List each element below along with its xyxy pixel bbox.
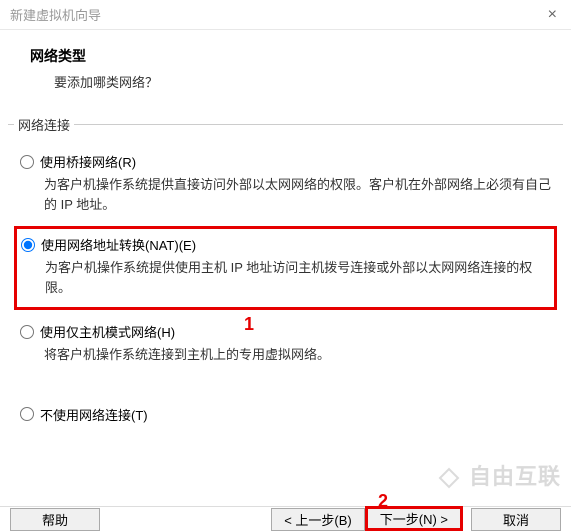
radio-nat[interactable] (21, 238, 35, 252)
back-button[interactable]: < 上一步(B) (271, 508, 365, 531)
watermark-icon (436, 465, 462, 491)
annotation-1: 1 (244, 314, 254, 335)
label-hostonly: 使用仅主机模式网络(H) (40, 322, 175, 341)
option-hostonly[interactable]: 使用仅主机模式网络(H) 将客户机操作系统连接到主机上的专用虚拟网络。 (14, 314, 557, 373)
desc-bridge: 为客户机操作系统提供直接访问外部以太网网络的权限。客户机在外部网络上必须有自己的… (44, 175, 551, 214)
close-icon[interactable]: × (542, 4, 563, 26)
radio-hostonly[interactable] (20, 325, 34, 339)
option-bridge[interactable]: 使用桥接网络(R) 为客户机操作系统提供直接访问外部以太网网络的权限。客户机在外… (14, 144, 557, 222)
desc-hostonly: 将客户机操作系统连接到主机上的专用虚拟网络。 (44, 345, 551, 365)
cancel-button[interactable]: 取消 (471, 508, 561, 531)
watermark-text: 自由互联 (469, 464, 561, 489)
label-bridge: 使用桥接网络(R) (40, 152, 136, 171)
radio-none[interactable] (20, 407, 34, 421)
watermark: 自由互联 (436, 459, 561, 491)
option-nat[interactable]: 使用网络地址转换(NAT)(E) 为客户机操作系统提供使用主机 IP 地址访问主… (14, 226, 557, 310)
label-none: 不使用网络连接(T) (40, 405, 148, 424)
page-subtitle: 要添加哪类网络？ (54, 72, 541, 91)
option-none[interactable]: 不使用网络连接(T) (14, 397, 557, 432)
wizard-header: 网络类型 要添加哪类网络？ (0, 30, 571, 111)
titlebar: 新建虚拟机向导 × (0, 0, 571, 30)
page-title: 网络类型 (30, 46, 541, 66)
network-connection-group: 网络连接 使用桥接网络(R) 为客户机操作系统提供直接访问外部以太网网络的权限。… (8, 115, 563, 442)
radio-bridge[interactable] (20, 155, 34, 169)
desc-nat: 为客户机操作系统提供使用主机 IP 地址访问主机拨号连接或外部以太网网络连接的权… (45, 258, 550, 297)
window-title: 新建虚拟机向导 (10, 5, 101, 24)
next-button[interactable]: 下一步(N) > (365, 506, 463, 531)
group-legend: 网络连接 (14, 115, 74, 134)
help-button[interactable]: 帮助 (10, 508, 100, 531)
button-bar: 帮助 < 上一步(B) 下一步(N) > 取消 (0, 506, 571, 531)
label-nat: 使用网络地址转换(NAT)(E) (41, 235, 196, 254)
